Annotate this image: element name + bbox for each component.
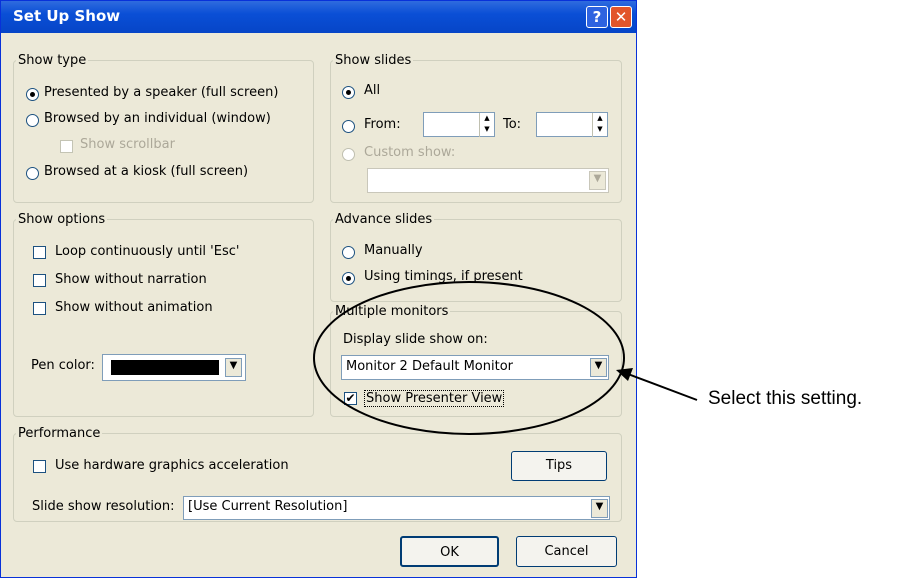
callout-arrow-line <box>627 373 698 401</box>
annotation-overlay <box>313 281 698 435</box>
annotation-callout-text: Select this setting. <box>708 388 863 409</box>
highlight-ellipse <box>313 281 625 435</box>
